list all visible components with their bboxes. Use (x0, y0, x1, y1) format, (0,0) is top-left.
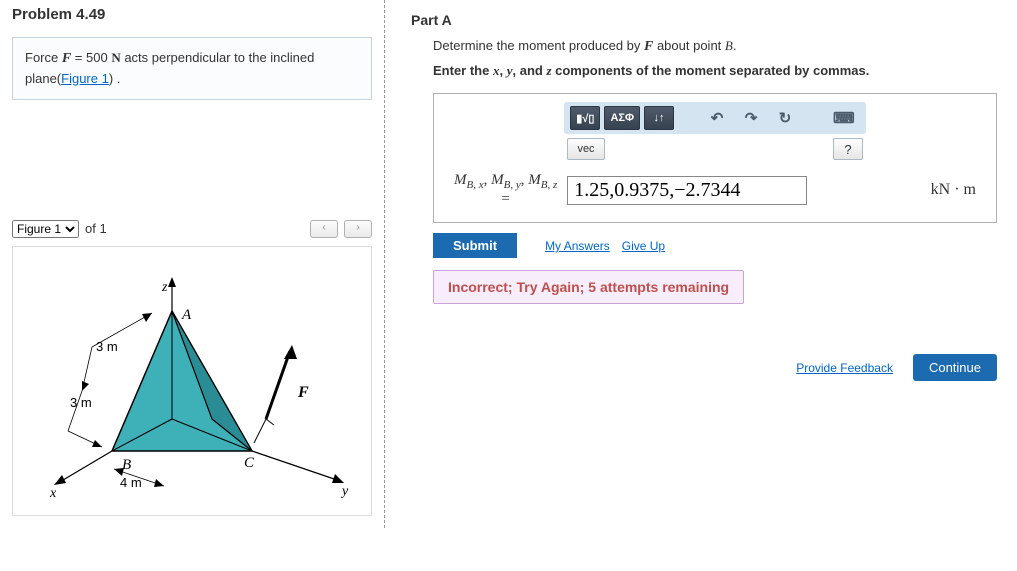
svg-text:C: C (244, 455, 255, 471)
submit-button[interactable]: Submit (433, 233, 517, 258)
feedback-message: Incorrect; Try Again; 5 attempts remaini… (433, 270, 744, 304)
template-button[interactable]: ▮√▯ (570, 106, 600, 130)
vec-button[interactable]: vec (567, 138, 605, 160)
keyboard-button[interactable]: ⌨ (828, 106, 860, 130)
instruction-2: Enter the x, y, and z components of the … (433, 63, 997, 79)
figure-next-button[interactable]: › (344, 220, 372, 238)
svg-text:F: F (297, 384, 309, 401)
svg-text:3 m: 3 m (70, 395, 92, 410)
figure-prev-button[interactable]: ‹ (310, 220, 338, 238)
instruction-1: Determine the moment produced by F about… (433, 38, 997, 55)
figure-count: of 1 (85, 221, 107, 236)
provide-feedback-link[interactable]: Provide Feedback (796, 361, 893, 375)
answer-units: kN · m (931, 181, 976, 199)
figure-selector[interactable]: Figure 1 (12, 220, 79, 238)
figure-image: z x y F A B (12, 246, 372, 516)
stmt-end: ) . (109, 71, 121, 86)
svg-text:3 m: 3 m (96, 339, 118, 354)
figure-link[interactable]: Figure 1 (61, 71, 109, 86)
undo-button[interactable]: ↶ (702, 106, 732, 130)
svg-text:z: z (161, 280, 168, 295)
continue-button[interactable]: Continue (913, 354, 997, 381)
stmt-text: Force (25, 50, 62, 65)
svg-text:4 m: 4 m (120, 475, 142, 490)
part-a-label: Part A (411, 12, 997, 28)
answer-box: ▮√▯ ΑΣΦ ↓↑ ↶ ↷ ↻ ⌨ vec ? MB, x, MB, y, M… (433, 93, 997, 223)
redo-button[interactable]: ↷ (736, 106, 766, 130)
give-up-link[interactable]: Give Up (622, 239, 665, 253)
figure-nav: Figure 1 of 1 ‹ › (12, 220, 372, 238)
help-button[interactable]: ? (833, 138, 863, 160)
reset-button[interactable]: ↻ (770, 106, 800, 130)
svg-text:y: y (340, 484, 349, 499)
svg-text:A: A (181, 307, 192, 323)
force-symbol: F (62, 51, 71, 66)
subscript-arrows-button[interactable]: ↓↑ (644, 106, 674, 130)
answer-input[interactable] (567, 176, 807, 205)
problem-statement: Force F = 500 N acts perpendicular to th… (12, 37, 372, 100)
problem-title: Problem 4.49 (12, 6, 372, 23)
greek-button[interactable]: ΑΣΦ (604, 106, 640, 130)
formula-toolbar: ▮√▯ ΑΣΦ ↓↑ ↶ ↷ ↻ ⌨ (564, 102, 865, 134)
force-unit: N (111, 50, 120, 65)
answer-lhs: MB, x, MB, y, MB, z= (454, 172, 557, 208)
svg-text:x: x (49, 486, 57, 501)
svg-text:B: B (122, 457, 131, 473)
stmt-eq: = 500 (71, 50, 111, 65)
my-answers-link[interactable]: My Answers (545, 239, 610, 253)
